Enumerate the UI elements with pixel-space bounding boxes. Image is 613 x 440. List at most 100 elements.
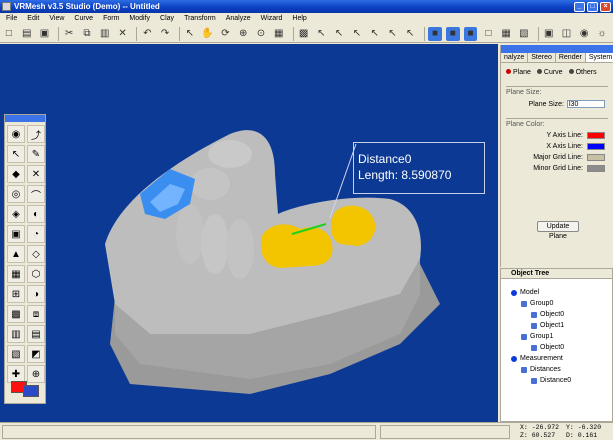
redo-icon[interactable]: ↷: [158, 27, 172, 41]
menu-transform[interactable]: Transform: [184, 15, 216, 22]
rotate-icon[interactable]: ⟳: [219, 27, 233, 41]
tool-button-icon[interactable]: ◎: [7, 185, 25, 203]
tool-button-icon[interactable]: ◩: [27, 345, 45, 363]
pick-point-icon[interactable]: ↖: [314, 27, 328, 41]
close-button[interactable]: ×: [600, 1, 611, 12]
tool-button-icon[interactable]: ▧: [7, 345, 25, 363]
radio-curve[interactable]: Curve: [536, 69, 563, 76]
radio-others[interactable]: Others: [568, 69, 597, 76]
pan-icon[interactable]: ✋: [201, 27, 215, 41]
shade-flat-icon[interactable]: ▧: [517, 27, 531, 41]
zoom-icon[interactable]: ⊕: [236, 27, 250, 41]
tool-button-icon[interactable]: ⌒: [27, 185, 45, 203]
tool-button-icon[interactable]: ⧈: [27, 305, 45, 323]
save-icon[interactable]: ▣: [38, 27, 52, 41]
color-swatch-button[interactable]: [587, 132, 605, 139]
tab-stereo[interactable]: Stereo: [528, 53, 556, 62]
tool-button-icon[interactable]: ▤: [27, 325, 45, 343]
pick-select-icon[interactable]: ↖: [403, 27, 417, 41]
paste-icon[interactable]: ▥: [98, 27, 112, 41]
tree-item[interactable]: Measurement: [511, 355, 563, 362]
tool-button-icon[interactable]: ▦: [7, 265, 25, 283]
tab-system[interactable]: System: [585, 53, 613, 62]
plane-size-input[interactable]: l30: [567, 100, 605, 108]
shade-wire-icon[interactable]: □: [481, 27, 495, 41]
tool-button-icon[interactable]: ⬡: [27, 265, 45, 283]
menu-view[interactable]: View: [49, 15, 64, 22]
menu-help[interactable]: Help: [292, 15, 306, 22]
camera-icon[interactable]: ◉: [577, 27, 591, 41]
tool-button-icon[interactable]: ▣: [7, 225, 25, 243]
color-swatch-button[interactable]: [587, 154, 605, 161]
delete-icon[interactable]: ✕: [116, 27, 130, 41]
tree-node-icon: [511, 355, 517, 362]
shade-solid-icon[interactable]: ■: [463, 26, 478, 41]
tool-button-icon[interactable]: ⤴: [27, 125, 45, 143]
color-row: Minor Grid Line:: [509, 165, 605, 172]
color-swatch-button[interactable]: [587, 165, 605, 172]
shade-cube-icon[interactable]: ■: [445, 26, 460, 41]
color-swatch-button[interactable]: [587, 143, 605, 150]
view-top-icon[interactable]: ▣: [542, 27, 556, 41]
maximize-button[interactable]: □: [587, 1, 598, 12]
tool-button-icon[interactable]: ⊞: [7, 285, 25, 303]
tool-button-icon[interactable]: ▥: [7, 325, 25, 343]
tool-button-icon[interactable]: ◈: [7, 205, 25, 223]
radio-dot-icon: [568, 69, 574, 74]
pick-region-icon[interactable]: ↖: [386, 27, 400, 41]
view-iso-icon[interactable]: ◫: [560, 27, 574, 41]
menu-curve[interactable]: Curve: [74, 15, 93, 22]
mesh-icon[interactable]: ▩: [297, 27, 311, 41]
tree-item[interactable]: Object0: [531, 344, 564, 351]
tool-button-icon[interactable]: ✕: [27, 165, 45, 183]
radio-dot-icon: [506, 69, 511, 74]
update-plane-button[interactable]: Update Plane: [537, 221, 579, 240]
tree-item[interactable]: Distances: [521, 366, 561, 373]
zoom-fit-icon[interactable]: ⊙: [254, 27, 268, 41]
tool-button-icon[interactable]: ✎: [27, 145, 45, 163]
tree-item[interactable]: Distance0: [531, 377, 571, 384]
tool-button-icon[interactable]: ◇: [27, 245, 45, 263]
grid-icon[interactable]: ▦: [272, 27, 286, 41]
tool-button-icon[interactable]: ◐: [27, 205, 45, 223]
radio-plane[interactable]: Plane: [506, 69, 531, 76]
copy-icon[interactable]: ⧉: [80, 27, 94, 41]
cut-icon[interactable]: ✂: [62, 27, 76, 41]
tool-button-icon[interactable]: ◑: [27, 285, 45, 303]
menu-file[interactable]: File: [6, 15, 17, 22]
tool-button-icon[interactable]: ◆: [7, 165, 25, 183]
menu-wizard[interactable]: Wizard: [261, 15, 283, 22]
tree-item[interactable]: Object0: [531, 311, 564, 318]
tree-item[interactable]: Group0: [521, 300, 553, 307]
open-icon[interactable]: ▤: [20, 27, 34, 41]
menu-edit[interactable]: Edit: [27, 15, 39, 22]
tool-button-icon[interactable]: ▲: [7, 245, 25, 263]
menu-analyze[interactable]: Analyze: [226, 15, 251, 22]
tool-button-icon[interactable]: ↖: [7, 145, 25, 163]
select-icon[interactable]: ↖: [183, 27, 197, 41]
shade-mesh-icon[interactable]: ▦: [499, 27, 513, 41]
tree-item[interactable]: Model: [511, 289, 539, 296]
pick-edge-icon[interactable]: ↖: [332, 27, 346, 41]
tab-render[interactable]: Render: [556, 53, 586, 62]
light-icon[interactable]: ☼: [595, 27, 609, 41]
menu-clay[interactable]: Clay: [160, 15, 174, 22]
minimize-button[interactable]: _: [574, 1, 585, 12]
status-panel: [380, 425, 510, 439]
tree-node-icon: [531, 322, 537, 329]
menu-form[interactable]: Form: [103, 15, 119, 22]
tree-item[interactable]: Group1: [521, 333, 553, 340]
new-icon[interactable]: □: [2, 27, 16, 41]
pick-object-icon[interactable]: ↖: [368, 27, 382, 41]
tab-nalyze[interactable]: nalyze: [501, 53, 529, 62]
tree-item[interactable]: Object1: [531, 322, 564, 329]
color-swatch[interactable]: [11, 381, 41, 397]
tool-button-icon[interactable]: ◉: [7, 125, 25, 143]
tool-button-icon[interactable]: ▩: [7, 305, 25, 323]
3d-viewport[interactable]: Distance0 Length: 8.590870 ◉ ⤴ ↖ ✎ ◆ ✕ ◎ ⌒ ◈ ◐ ▣ ◔ ▲…: [0, 44, 498, 422]
undo-icon[interactable]: ↶: [140, 27, 154, 41]
pick-face-icon[interactable]: ↖: [350, 27, 364, 41]
shade-blue-icon[interactable]: ■: [428, 26, 442, 41]
menu-modify[interactable]: Modify: [129, 15, 150, 22]
tool-button-icon[interactable]: ◔: [27, 225, 45, 243]
